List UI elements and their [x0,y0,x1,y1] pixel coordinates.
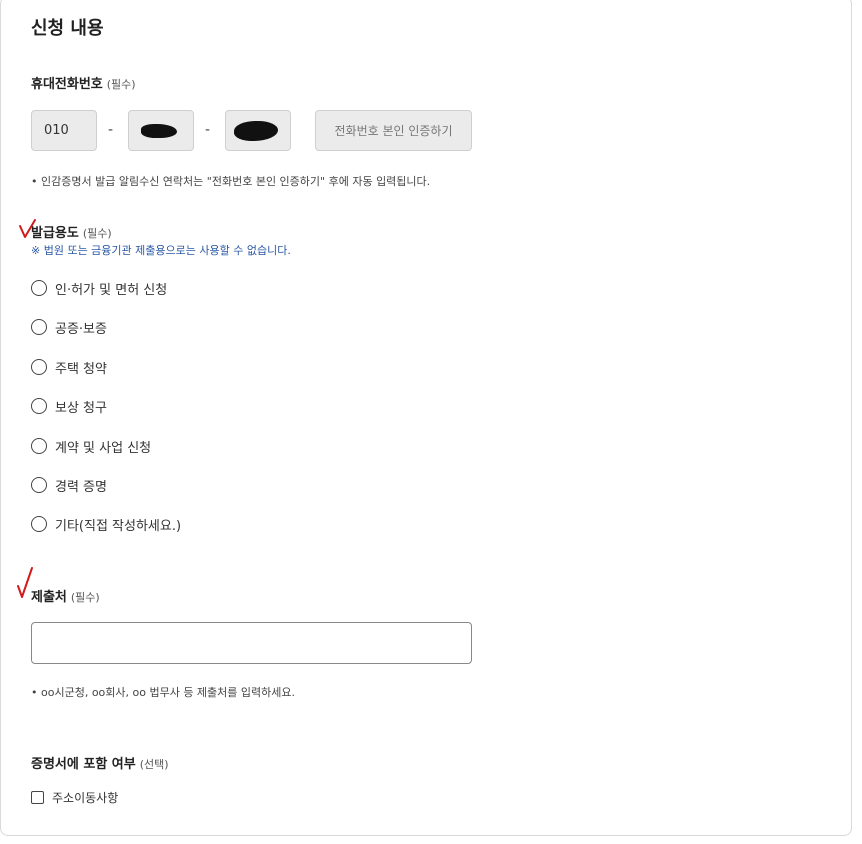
purpose-option[interactable]: 보상 청구 [31,396,107,416]
phone-separator: - [108,122,114,138]
purpose-option[interactable]: 주택 청약 [31,357,107,377]
phone-label-text: 휴대전화번호 [31,77,103,92]
purpose-option-label: 경력 증명 [55,479,107,495]
phone-verify-button[interactable]: 전화번호 본인 인증하기 [315,110,472,151]
phone-prefix-value: 010 [44,123,69,138]
phone-label: 휴대전화번호 (필수) [31,73,136,92]
phone-note-text: 인감증명서 발급 알림수신 연락처는 "전화번호 본인 인증하기" 후에 자동 … [41,175,431,188]
radio-button[interactable] [31,398,47,414]
purpose-option-label: 주택 청약 [55,361,107,377]
purpose-label: 발급용도 (필수) [31,222,112,241]
phone-note: • 인감증명서 발급 알림수신 연락처는 "전화번호 본인 인증하기" 후에 자… [31,175,431,188]
phone-required-tag: (필수) [106,78,136,91]
radio-button[interactable] [31,319,47,335]
address-history-label: 주소이동사항 [52,791,119,805]
radio-button[interactable] [31,359,47,375]
radio-button[interactable] [31,438,47,454]
purpose-warning: ※ 법원 또는 금융기관 제출용으로는 사용할 수 없습니다. [31,244,291,257]
include-label: 증명서에 포함 여부 (선택) [31,753,169,772]
phone-separator: - [205,122,211,138]
purpose-option-label: 기타(직접 작성하세요.) [55,518,182,534]
redaction-mark [141,124,177,138]
purpose-option-label: 계약 및 사업 신청 [55,440,152,456]
address-history-option[interactable]: 주소이동사항 [31,789,118,806]
submit-to-required-tag: (필수) [70,591,100,604]
include-optional-tag: (선택) [139,758,169,771]
section-title: 신청 내용 [31,18,104,39]
purpose-option[interactable]: 인·허가 및 면허 신청 [31,278,167,298]
purpose-label-text: 발급용도 [31,226,79,241]
submit-to-input[interactable] [31,622,472,664]
purpose-option[interactable]: 경력 증명 [31,475,107,495]
phone-prefix-field[interactable]: 010 [31,110,97,151]
purpose-option[interactable]: 계약 및 사업 신청 [31,436,151,456]
phone-middle-field[interactable] [128,110,194,151]
purpose-option-label: 공증·보증 [55,321,107,337]
purpose-option-label: 보상 청구 [55,400,107,416]
submit-to-note-text: oo시군청, oo회사, oo 법무사 등 제출처를 입력하세요. [41,686,296,699]
purpose-required-tag: (필수) [82,227,112,240]
radio-button[interactable] [31,280,47,296]
radio-button[interactable] [31,516,47,532]
purpose-option[interactable]: 기타(직접 작성하세요.) [31,514,181,534]
include-label-text: 증명서에 포함 여부 [31,757,136,772]
purpose-option[interactable]: 공증·보증 [31,317,107,337]
purpose-option-label: 인·허가 및 면허 신청 [55,282,168,298]
submit-to-label-text: 제출처 [31,590,67,605]
address-history-checkbox[interactable] [31,791,44,804]
radio-button[interactable] [31,477,47,493]
redaction-mark [234,121,278,141]
phone-last-field[interactable] [225,110,291,151]
submit-to-label: 제출처 (필수) [31,586,100,605]
submit-to-note: • oo시군청, oo회사, oo 법무사 등 제출처를 입력하세요. [31,686,296,699]
